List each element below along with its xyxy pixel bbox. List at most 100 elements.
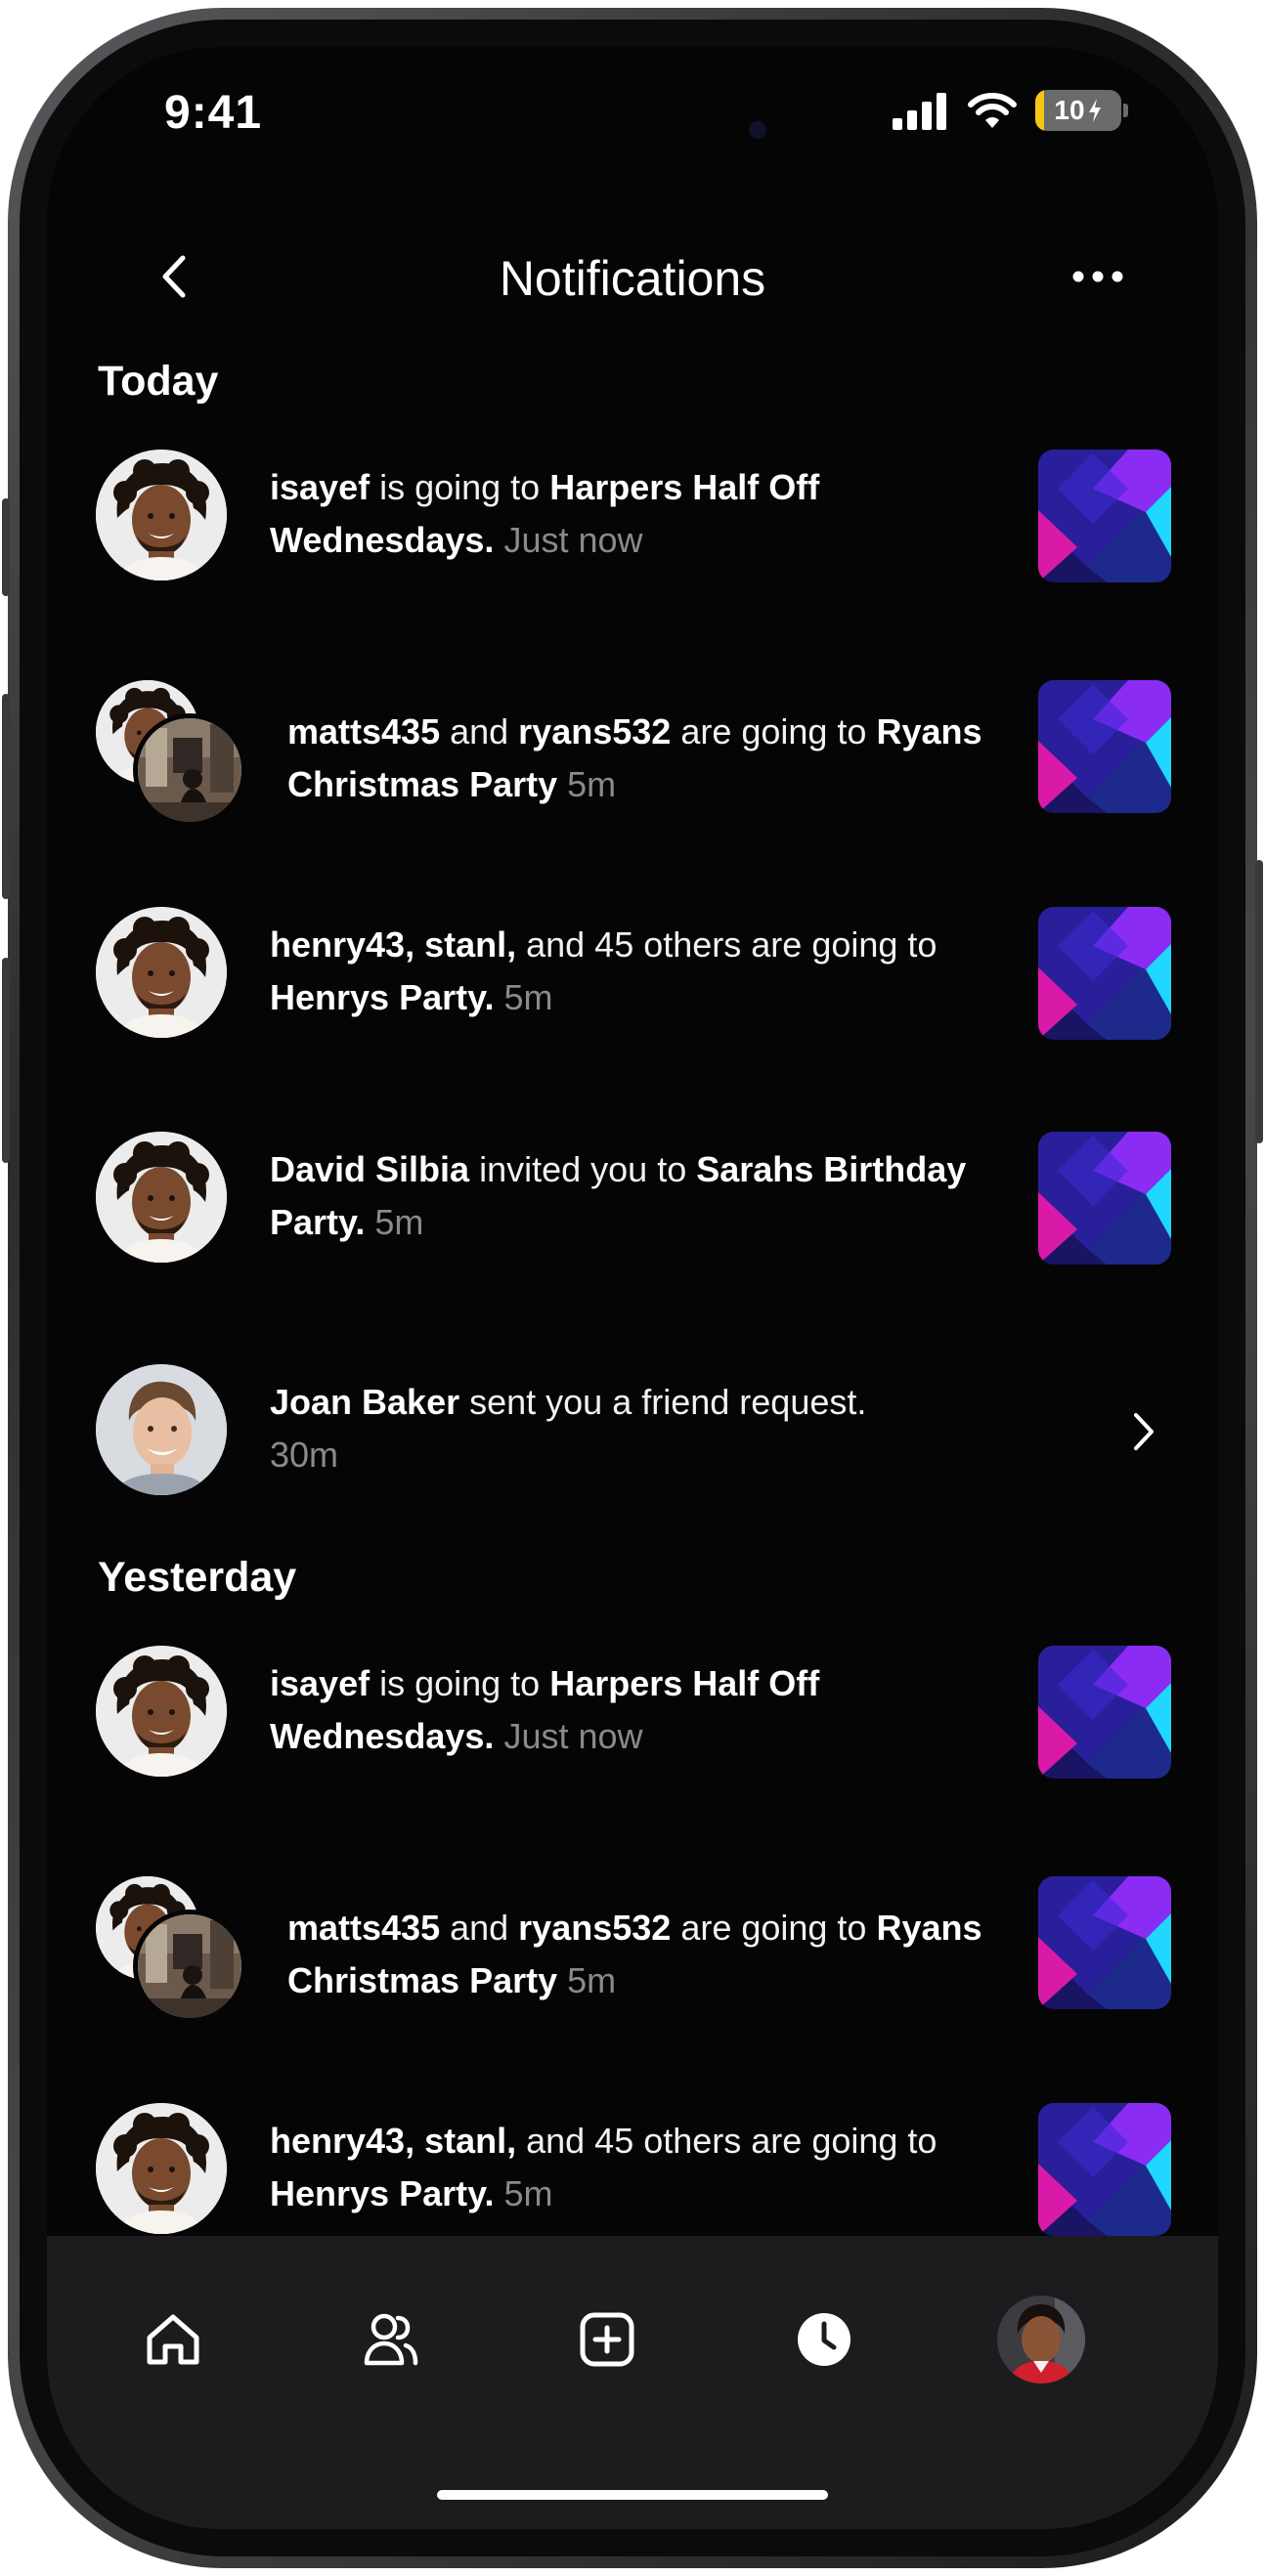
notification-user[interactable]: Joan Baker	[270, 1382, 459, 1422]
notification-user[interactable]: ryans532	[518, 711, 671, 751]
notification-row[interactable]: henry43, stanl, and 45 others are going …	[47, 2103, 1218, 2250]
side-button-action	[2, 498, 10, 596]
user-photo	[96, 1132, 227, 1263]
user-photo	[96, 1646, 227, 1777]
avatar[interactable]	[96, 2103, 227, 2234]
notification-user[interactable]: ryans532	[518, 1908, 671, 1948]
notification-verb: is going to	[370, 1663, 550, 1703]
notification-time: Just now	[503, 1716, 643, 1756]
notification-row[interactable]: Joan Baker sent you a friend request. 30m	[47, 1364, 1218, 1511]
avatar[interactable]	[96, 1646, 227, 1777]
section-title-yesterday: Yesterday	[98, 1554, 297, 1601]
notification-text: isayef is going to Harpers Half Off Wedn…	[270, 1657, 993, 1763]
side-button-volume-down	[2, 958, 10, 1163]
event-thumbnail[interactable]	[1038, 680, 1171, 813]
notification-time: 5m	[567, 764, 617, 804]
tab-friends[interactable]	[336, 2291, 444, 2388]
notification-text: henry43, stanl, and 45 others are going …	[270, 919, 993, 1024]
camera-dot	[749, 121, 766, 139]
notification-user[interactable]: henry43, stanl,	[270, 924, 516, 965]
event-image	[1038, 680, 1171, 813]
notification-user[interactable]: matts435	[287, 711, 440, 751]
ellipsis-icon	[1072, 271, 1123, 282]
event-thumbnail[interactable]	[1038, 1876, 1171, 2009]
notification-user[interactable]: isayef	[270, 1663, 370, 1703]
notification-user[interactable]: henry43, stanl,	[270, 2121, 516, 2161]
notification-time: Just now	[503, 520, 643, 560]
battery-indicator: 10	[1035, 90, 1121, 131]
avatar[interactable]	[96, 907, 227, 1038]
notification-row[interactable]: henry43, stanl, and 45 others are going …	[47, 907, 1218, 1053]
notification-time: 5m	[374, 1202, 424, 1242]
event-thumbnail[interactable]	[1038, 2103, 1171, 2236]
battery-fill	[1035, 90, 1044, 131]
notification-conjunction: and	[440, 711, 519, 751]
notification-text: matts435 and ryans532 are going to Ryans…	[287, 1902, 1001, 2007]
notification-row[interactable]: isayef is going to Harpers Half Off Wedn…	[47, 450, 1218, 596]
screen: 9:41 10 Notifications Today isayef is go…	[47, 47, 1218, 2529]
avatar[interactable]	[96, 450, 227, 580]
home-icon	[147, 2314, 199, 2365]
tab-activity[interactable]	[770, 2291, 878, 2388]
event-thumbnail[interactable]	[1038, 907, 1171, 1040]
event-image	[1038, 1132, 1171, 1265]
notification-verb: sent you a friend request.	[459, 1382, 867, 1422]
event-thumbnail[interactable]	[1038, 1132, 1171, 1265]
notification-text: David Silbia invited you to Sarahs Birth…	[270, 1143, 993, 1249]
notification-user[interactable]: matts435	[287, 1908, 440, 1948]
notification-verb: invited you to	[469, 1149, 697, 1189]
notification-row[interactable]: David Silbia invited you to Sarahs Birth…	[47, 1132, 1218, 1278]
notification-user[interactable]: David Silbia	[270, 1149, 469, 1189]
notification-verb: are going to	[671, 1908, 877, 1948]
avatar[interactable]	[96, 1364, 227, 1495]
tab-profile[interactable]	[987, 2291, 1095, 2388]
tab-create[interactable]	[553, 2291, 661, 2388]
page-title: Notifications	[499, 251, 766, 306]
status-time: 9:41	[164, 87, 263, 139]
notification-time: 5m	[503, 977, 553, 1017]
user-photo	[96, 907, 227, 1038]
battery-cap	[1123, 104, 1128, 117]
cellular-signal-icon	[893, 93, 946, 130]
event-thumbnail[interactable]	[1038, 450, 1171, 582]
user-photo	[138, 1914, 241, 2018]
activity-icon	[798, 2313, 851, 2366]
status-icons: 10	[891, 90, 1128, 131]
more-options-button[interactable]	[1064, 252, 1132, 301]
chevron-right-icon[interactable]	[1124, 1407, 1163, 1456]
avatar-secondary[interactable]	[133, 713, 246, 827]
notification-conjunction: and	[440, 1908, 519, 1948]
event-image	[1038, 1646, 1171, 1779]
friends-icon	[364, 2313, 418, 2366]
add-icon	[580, 2312, 634, 2367]
user-photo	[138, 718, 241, 822]
home-indicator[interactable]	[437, 2490, 828, 2500]
side-button-volume-up	[2, 694, 10, 899]
notification-event[interactable]: Henrys Party.	[270, 977, 494, 1017]
avatar[interactable]	[96, 1132, 227, 1263]
event-thumbnail[interactable]	[1038, 1646, 1171, 1779]
notification-row[interactable]: matts435 and ryans532 are going to Ryans…	[47, 1876, 1218, 2023]
user-photo	[96, 450, 227, 580]
notification-time: 30m	[270, 1435, 339, 1475]
notification-event[interactable]: Henrys Party.	[270, 2173, 494, 2213]
side-button-power	[1255, 860, 1263, 1143]
notification-time: 5m	[567, 1960, 617, 2000]
event-image	[1038, 450, 1171, 582]
notification-verb: and 45 others are going to	[516, 924, 938, 965]
tab-bar	[47, 2236, 1218, 2529]
notification-row[interactable]: isayef is going to Harpers Half Off Wedn…	[47, 1646, 1218, 1792]
profile-avatar	[997, 2296, 1085, 2383]
notification-user[interactable]: isayef	[270, 467, 370, 507]
notification-verb: and 45 others are going to	[516, 2121, 938, 2161]
wifi-icon	[968, 93, 1017, 128]
notification-row[interactable]: matts435 and ryans532 are going to Ryans…	[47, 680, 1218, 827]
notification-text: henry43, stanl, and 45 others are going …	[270, 2115, 993, 2220]
tab-home[interactable]	[119, 2291, 227, 2388]
notification-verb: is going to	[370, 467, 550, 507]
event-image	[1038, 1876, 1171, 2009]
avatar-secondary[interactable]	[133, 1910, 246, 2023]
event-image	[1038, 907, 1171, 1040]
section-title-today: Today	[98, 358, 219, 405]
user-photo	[96, 1364, 227, 1495]
